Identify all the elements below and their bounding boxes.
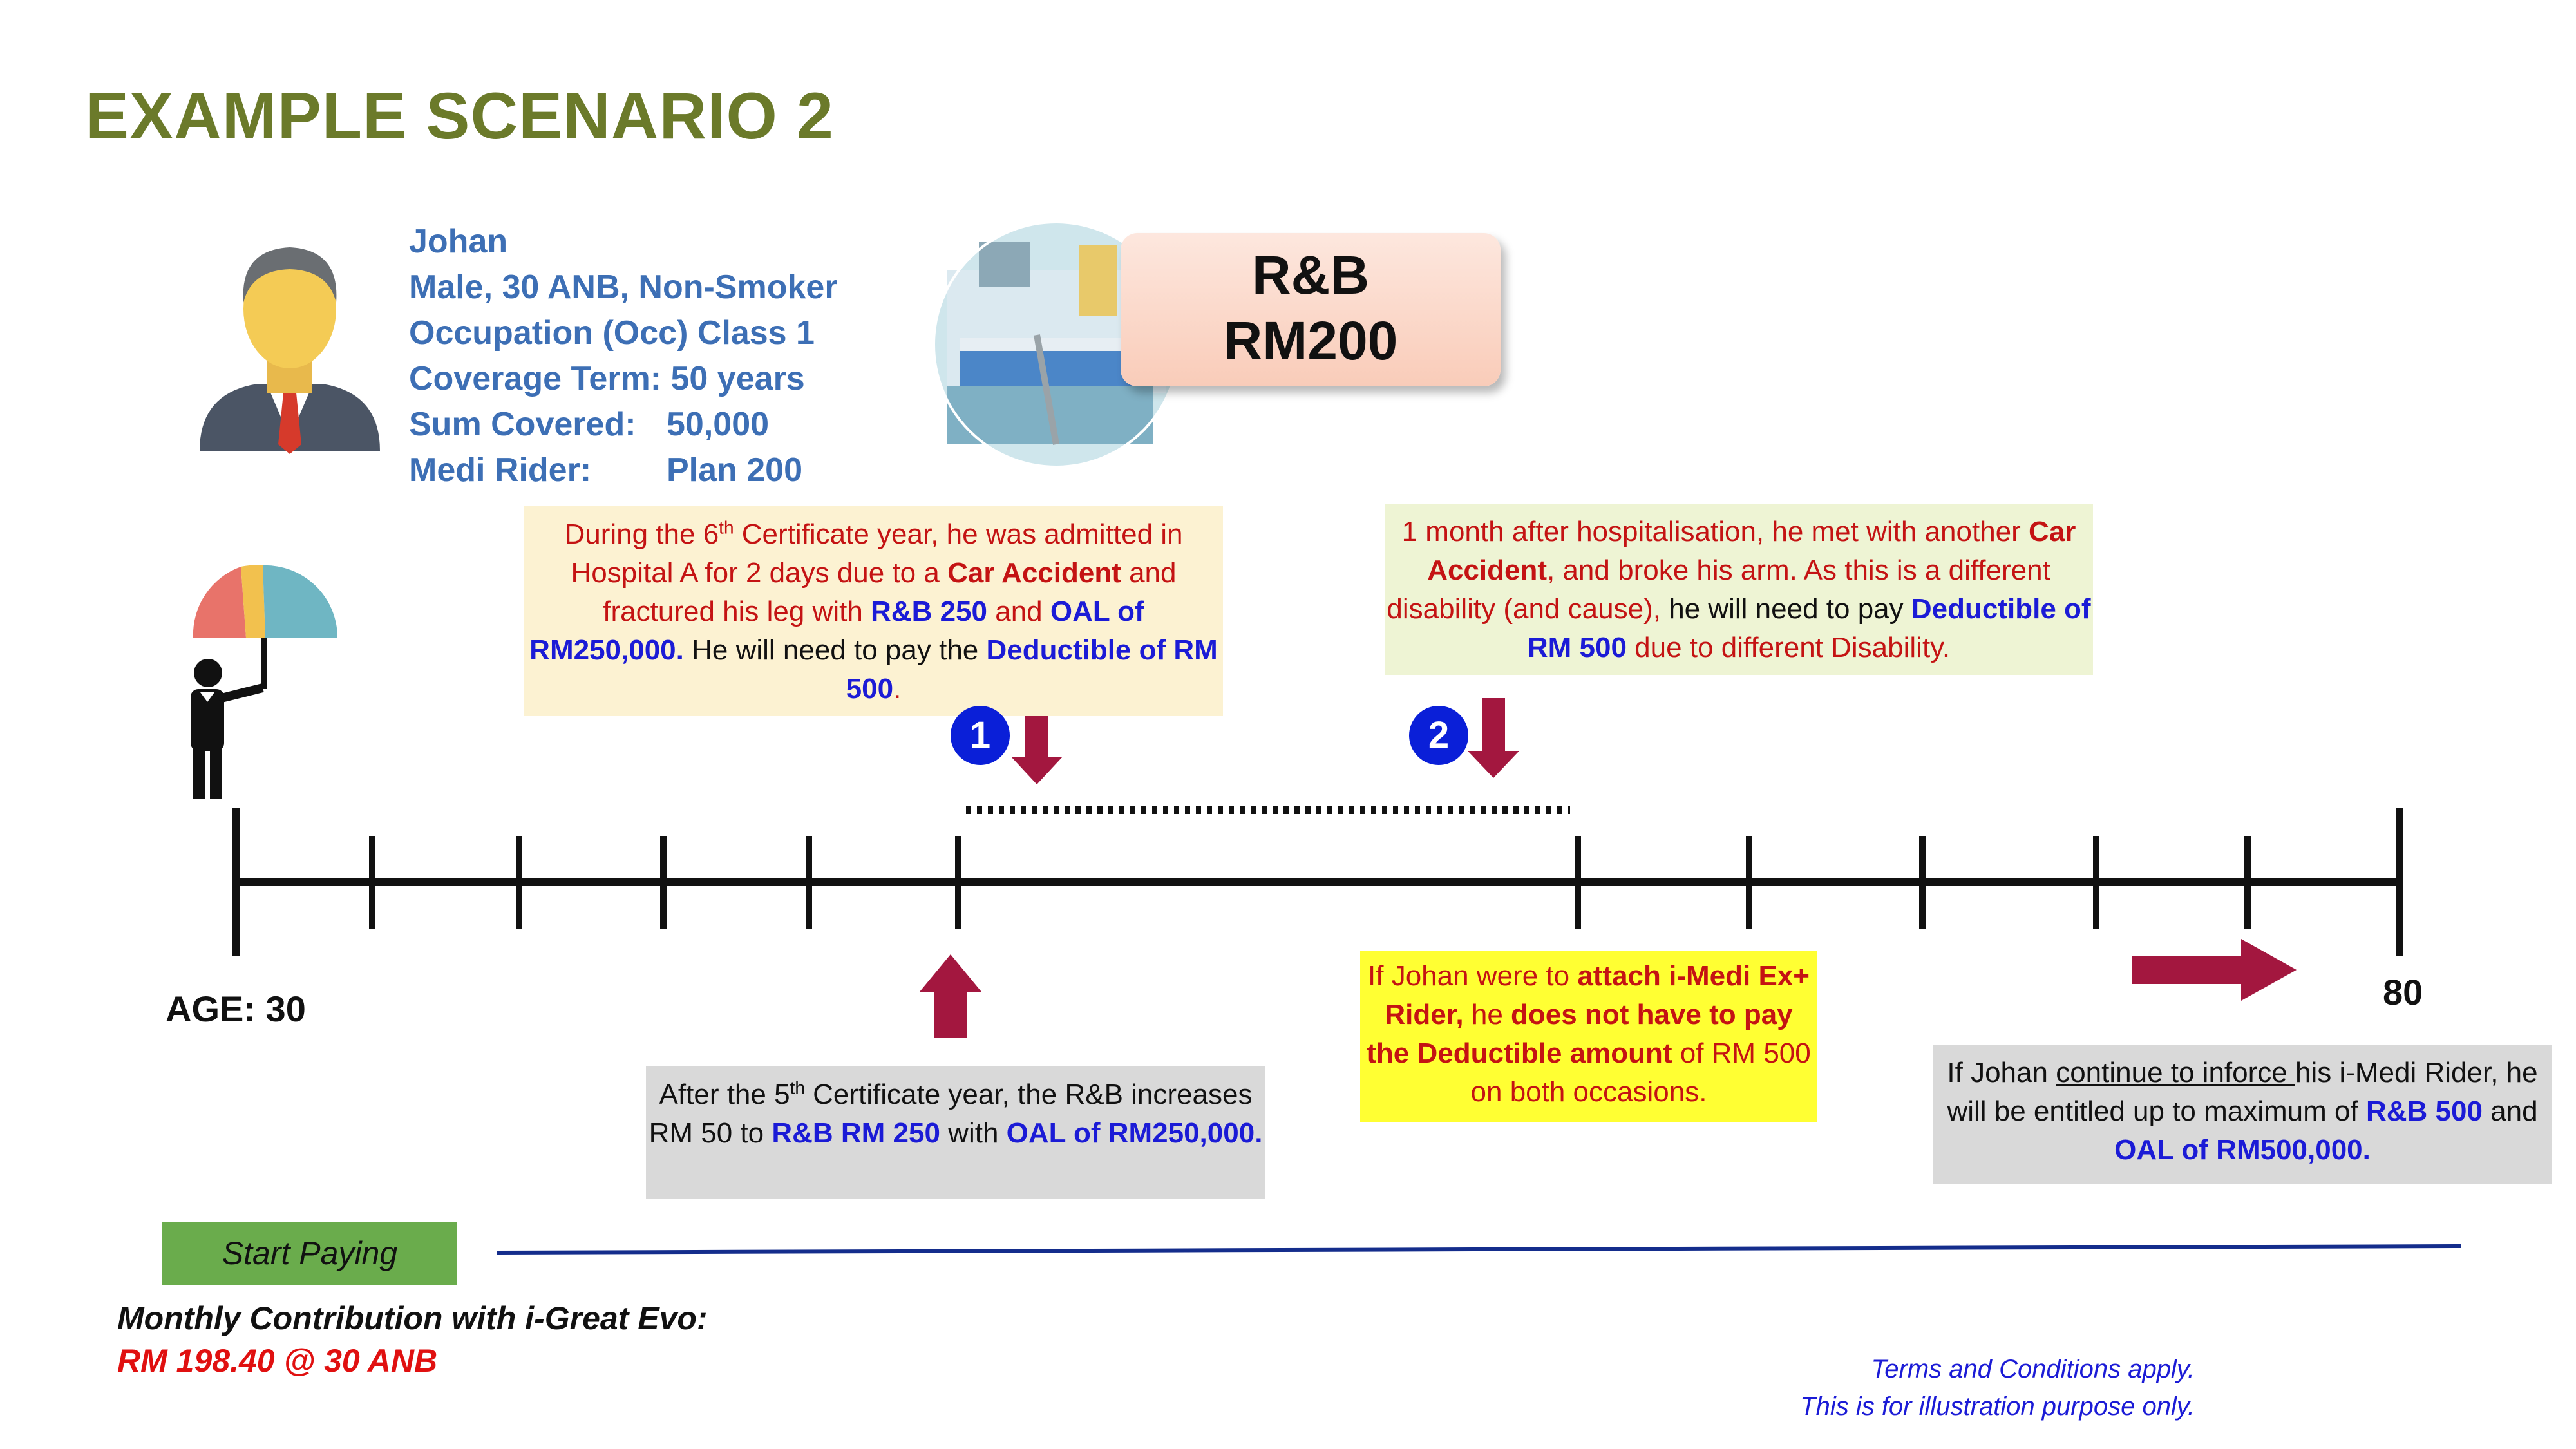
right-arrow-icon [2132, 939, 2297, 1001]
event1-badge: 1 [951, 706, 1010, 765]
rb-text: R&B 500 [2365, 1095, 2483, 1127]
profile-details: Male, 30 ANB, Non-Smoker [409, 269, 838, 306]
customer-profile: Johan Male, 30 ANB, Non-Smoker Occupatio… [409, 219, 838, 493]
profile-sum: Sum Covered: 50,000 [409, 402, 838, 448]
event2-badge: 2 [1409, 706, 1468, 765]
rider-label: Medi Rider: [409, 451, 592, 489]
text: due to different Disability. [1626, 632, 1951, 663]
down-arrow-icon [1468, 698, 1519, 778]
illustration-note: This is for illustration purpose only. [1800, 1392, 2195, 1421]
timeline-end-label: 80 [2383, 972, 2423, 1012]
text: he will need to pay [1660, 593, 1911, 625]
profile-coverage: Coverage Term: 50 years [409, 356, 838, 402]
profile-name: Johan [409, 223, 508, 260]
text: . [893, 673, 902, 705]
text: If Johan were to [1368, 960, 1578, 992]
start-paying-label: Start Paying [162, 1222, 457, 1285]
underlined-text: continue to inforce [2056, 1057, 2295, 1088]
contribution-value: RM 198.40 @ 30 ANB [117, 1343, 438, 1379]
profile-rider: Medi Rider: Plan 200 [409, 448, 838, 493]
event1-note: During the 6th Certificate year, he was … [524, 506, 1223, 716]
event2-note: 1 month after hospitalisation, he met wi… [1385, 504, 2093, 675]
text: and [2482, 1095, 2538, 1127]
text: he [1463, 999, 1511, 1030]
coverage-label: Coverage Term: [409, 360, 662, 397]
payment-period-line [497, 1244, 2462, 1255]
room-board-box: R&B RM200 [1121, 233, 1501, 386]
ex-rider-note: If Johan were to attach i-Medi Ex+ Rider… [1360, 951, 1817, 1122]
text: and [987, 596, 1050, 627]
text: After the 5 [659, 1079, 790, 1110]
rb-text: R&B RM 250 [772, 1117, 940, 1149]
room-board-value: RM200 [1223, 310, 1398, 371]
superscript: th [719, 517, 734, 538]
increase-note: After the 5th Certificate year, the R&B … [646, 1066, 1265, 1199]
sum-value: 50,000 [667, 406, 770, 443]
text: with [940, 1117, 1007, 1149]
umbrella-person-icon [191, 565, 337, 799]
text: If Johan [1947, 1057, 2056, 1088]
text: 1 month after hospitalisation, he met wi… [1401, 516, 2029, 547]
superscript: th [790, 1077, 805, 1098]
rb-text: R&B 250 [871, 596, 987, 627]
room-board-label: R&B [1252, 245, 1369, 305]
profile-occupation: Occupation (Occ) Class 1 [409, 314, 815, 352]
text: He will need to pay the [683, 634, 987, 666]
sum-label: Sum Covered: [409, 406, 636, 443]
cause-text: Car Accident [947, 557, 1121, 589]
timeline-start-label: AGE: 30 [166, 989, 306, 1029]
coverage-value: 50 years [670, 360, 805, 397]
continue-note: If Johan continue to inforce his i-Medi … [1933, 1045, 2552, 1184]
rider-value: Plan 200 [667, 451, 803, 489]
up-arrow-icon [920, 954, 981, 1038]
page-title: EXAMPLE SCENARIO 2 [85, 79, 834, 153]
contribution-label: Monthly Contribution with i-Great Evo: [117, 1300, 708, 1336]
terms-note: Terms and Conditions apply. [1871, 1355, 2195, 1383]
oal-text: OAL of RM500,000. [2114, 1134, 2371, 1166]
oal-text: OAL of RM250,000. [1006, 1117, 1263, 1149]
avatar-icon [200, 247, 380, 454]
text: During the 6 [564, 518, 719, 550]
